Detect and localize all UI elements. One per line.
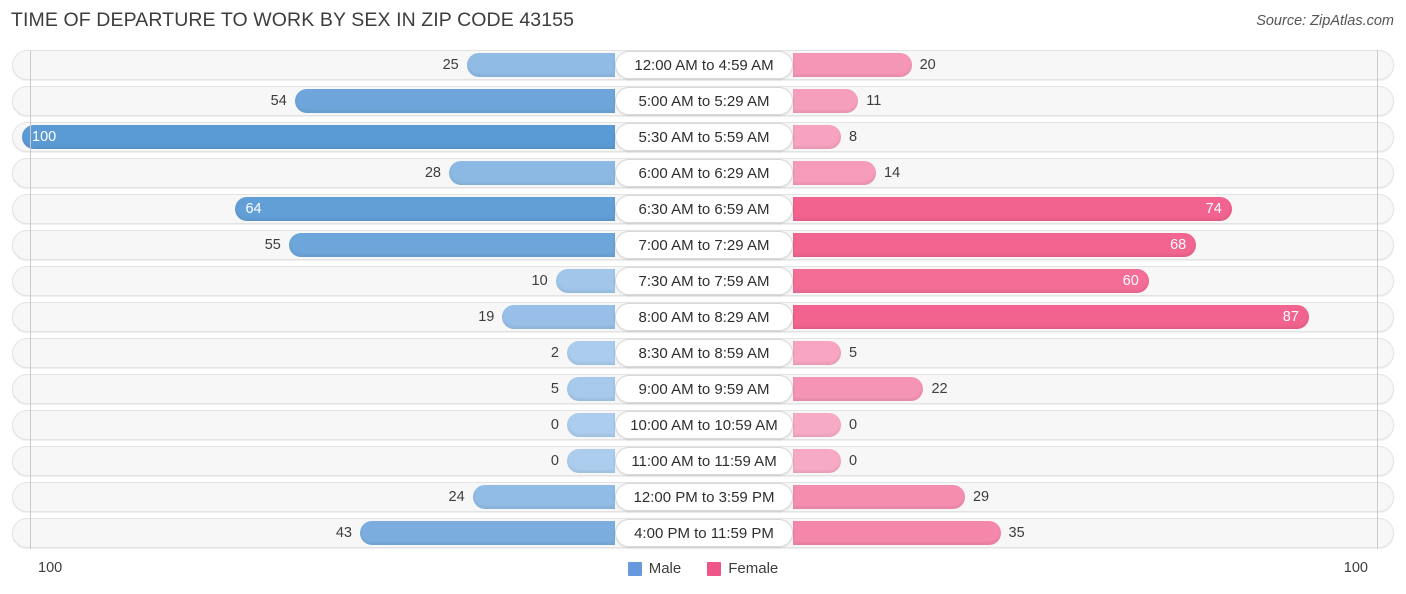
bar-male[interactable] <box>472 485 615 509</box>
legend-swatch-icon <box>707 561 722 576</box>
bar-value-female: 11 <box>866 93 882 109</box>
bar-row: 0 0 10:00 AM to 10:59 AM <box>0 410 1406 440</box>
category-label-pill: 5:00 AM to 5:29 AM <box>615 87 793 115</box>
gridline-left-axis <box>30 50 31 549</box>
bar-female[interactable] <box>793 449 841 473</box>
bar-female[interactable] <box>793 341 841 365</box>
category-label-pill: 7:00 AM to 7:29 AM <box>615 231 793 259</box>
chart-legend: Male Female <box>0 560 1406 577</box>
bar-male[interactable] <box>567 413 615 437</box>
bar-value-female: 87 <box>1282 309 1299 325</box>
bar-row: 2 5 8:30 AM to 8:59 AM <box>0 338 1406 368</box>
bar-value-male: 28 <box>424 165 441 181</box>
bar-value-female: 5 <box>849 345 858 361</box>
bar-value-male: 43 <box>335 525 352 541</box>
bar-value-female: 68 <box>1170 237 1187 253</box>
category-label-pill: 4:00 PM to 11:59 PM <box>615 519 793 547</box>
bar-value-male: 0 <box>550 417 559 433</box>
legend-label: Male <box>648 560 682 577</box>
bar-row: 5 22 9:00 AM to 9:59 AM <box>0 374 1406 404</box>
category-label-pill: 6:30 AM to 6:59 AM <box>615 195 793 223</box>
page-title: TIME OF DEPARTURE TO WORK BY SEX IN ZIP … <box>11 9 575 31</box>
bar-female[interactable] <box>793 161 877 185</box>
bar-male[interactable] <box>288 233 615 257</box>
bar-female[interactable] <box>793 413 841 437</box>
category-label-pill: 9:00 AM to 9:59 AM <box>615 375 793 403</box>
chart-header: TIME OF DEPARTURE TO WORK BY SEX IN ZIP … <box>0 0 1406 42</box>
bar-value-female: 35 <box>1008 525 1025 541</box>
bar-male[interactable] <box>448 161 615 185</box>
bar-male[interactable] <box>567 449 615 473</box>
bar-row: 100 8 5:30 AM to 5:59 AM <box>0 122 1406 152</box>
bar-value-female: 20 <box>919 57 936 73</box>
bar-value-female: 0 <box>849 417 858 433</box>
bar-row: 25 20 12:00 AM to 4:59 AM <box>0 50 1406 80</box>
bar-female[interactable] <box>793 377 924 401</box>
bar-value-female: 29 <box>972 489 990 505</box>
bar-row: 24 29 12:00 PM to 3:59 PM <box>0 482 1406 512</box>
bar-value-female: 74 <box>1205 201 1222 217</box>
bar-value-male: 25 <box>442 57 459 73</box>
bar-female[interactable] <box>793 53 912 77</box>
chart-footer: 100 100 Male Female <box>0 557 1406 587</box>
bar-row: 43 35 4:00 PM to 11:59 PM <box>0 518 1406 548</box>
bar-male[interactable] <box>22 125 615 149</box>
category-label-pill: 7:30 AM to 7:59 AM <box>615 267 793 295</box>
bar-value-male: 100 <box>32 129 57 145</box>
legend-label: Female <box>728 560 779 577</box>
bar-female[interactable] <box>793 485 965 509</box>
category-label-pill: 8:00 AM to 8:29 AM <box>615 303 793 331</box>
bar-value-female: 14 <box>884 165 901 181</box>
bar-value-male: 2 <box>550 345 559 361</box>
bar-row: 54 11 5:00 AM to 5:29 AM <box>0 86 1406 116</box>
chart-plot-area: 25 20 12:00 AM to 4:59 AM 54 11 5:00 AM to 5:… <box>0 50 1406 555</box>
bar-row: 19 87 8:00 AM to 8:29 AM <box>0 302 1406 332</box>
legend-item[interactable]: Female <box>707 560 778 577</box>
source-attribution: Source: ZipAtlas.com <box>1256 13 1394 29</box>
gridline-right-axis <box>1377 50 1378 549</box>
bar-female[interactable] <box>793 89 859 113</box>
bar-row: 28 14 6:00 AM to 6:29 AM <box>0 158 1406 188</box>
category-label-pill: 12:00 PM to 3:59 PM <box>615 483 793 511</box>
bar-male[interactable] <box>567 341 615 365</box>
bar-male[interactable] <box>502 305 615 329</box>
bar-male[interactable] <box>294 89 615 113</box>
bar-row: 0 0 11:00 AM to 11:59 AM <box>0 446 1406 476</box>
bar-male[interactable] <box>466 53 615 77</box>
category-label-pill: 8:30 AM to 8:59 AM <box>615 339 793 367</box>
bar-value-male: 55 <box>264 237 281 253</box>
bar-row: 10 60 7:30 AM to 7:59 AM <box>0 266 1406 296</box>
bar-row-list: 25 20 12:00 AM to 4:59 AM 54 11 5:00 AM to 5:… <box>0 50 1406 554</box>
bar-row: 55 68 7:00 AM to 7:29 AM <box>0 230 1406 260</box>
bar-male[interactable] <box>555 269 615 293</box>
bar-female[interactable] <box>793 125 841 149</box>
bar-value-male: 5 <box>550 381 559 397</box>
bar-value-female: 60 <box>1122 273 1139 289</box>
bar-male[interactable] <box>567 377 615 401</box>
bar-row: 64 74 6:30 AM to 6:59 AM <box>0 194 1406 224</box>
bar-value-male: 24 <box>448 489 465 505</box>
bar-female[interactable] <box>793 521 1001 545</box>
legend-swatch-icon <box>627 561 642 576</box>
bar-value-male: 10 <box>531 273 548 289</box>
category-label-pill: 10:00 AM to 10:59 AM <box>615 411 793 439</box>
bar-value-male: 19 <box>478 309 495 325</box>
bar-value-male: 0 <box>550 453 559 469</box>
bar-male[interactable] <box>360 521 615 545</box>
bar-value-female: 0 <box>849 453 858 469</box>
bar-value-female: 22 <box>931 381 948 397</box>
legend-item[interactable]: Male <box>627 560 682 577</box>
bar-value-male: 64 <box>245 201 262 217</box>
category-label-pill: 12:00 AM to 4:59 AM <box>615 51 793 79</box>
category-label-pill: 11:00 AM to 11:59 AM <box>615 447 793 475</box>
bar-value-female: 8 <box>849 129 858 145</box>
bar-value-male: 54 <box>270 93 287 109</box>
category-label-pill: 5:30 AM to 5:59 AM <box>615 123 793 151</box>
category-label-pill: 6:00 AM to 6:29 AM <box>615 159 793 187</box>
